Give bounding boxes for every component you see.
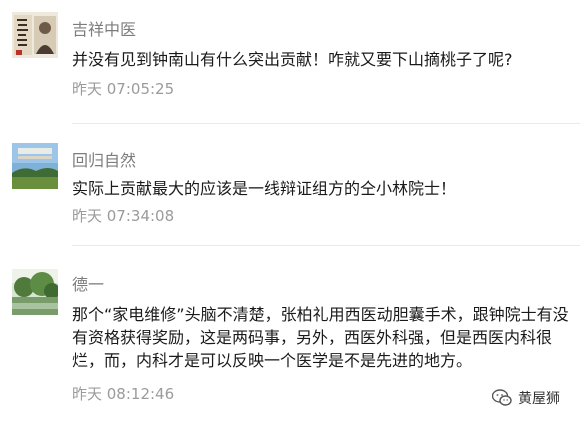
calligraphy-portrait-avatar-icon <box>12 12 58 58</box>
user-avatar[interactable] <box>12 12 58 58</box>
comment-item: 回归自然 实际上贡献最大的应该是一线辩证组方的仝小林院士！ 昨天 07:34:0… <box>0 125 580 247</box>
comment-text: 实际上贡献最大的应该是一线辩证组方的仝小林院士！ <box>72 179 457 198</box>
user-avatar[interactable] <box>12 143 58 189</box>
watermark-text: 黄屋狮 <box>518 391 560 407</box>
wechat-logo-icon <box>492 389 512 406</box>
wechat-watermark: 黄屋狮 <box>492 388 560 408</box>
comment-item: 吉祥中医 并没有见到钟南山有什么突出贡献！咋就又要下山摘桃子了呢? 昨天 07:… <box>0 0 580 125</box>
garden-pond-avatar-icon <box>12 269 58 315</box>
comment-timestamp: 昨天 07:05:25 <box>72 80 175 98</box>
comment-username[interactable]: 德一 <box>72 271 104 295</box>
comment-text: 那个“家电维修”头脑不清楚，张柏礼用西医动胆囊手术，跟钟院士有没有资格获得奖励，… <box>72 305 569 370</box>
comment-text: 并没有见到钟南山有什么突出贡献！咋就又要下山摘桃子了呢? <box>72 50 513 69</box>
comment-timestamp: 昨天 08:12:46 <box>72 385 175 403</box>
landscape-field-avatar-icon <box>12 143 58 189</box>
comment-divider <box>72 123 580 124</box>
comment-divider <box>72 245 580 246</box>
comment-username[interactable]: 回归自然 <box>72 147 136 171</box>
comment-timestamp: 昨天 07:34:08 <box>72 207 175 225</box>
comment-username[interactable]: 吉祥中医 <box>72 16 136 40</box>
user-avatar[interactable] <box>12 269 58 315</box>
